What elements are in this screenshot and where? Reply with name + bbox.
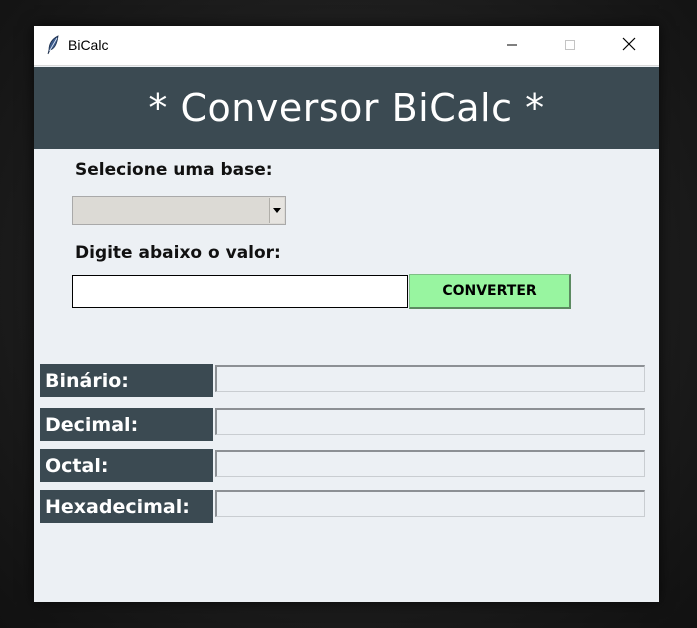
maximize-icon: [564, 36, 576, 55]
hexadecimal-label: Hexadecimal:: [40, 490, 213, 523]
base-select[interactable]: [72, 196, 286, 225]
app-window: BiCalc * Conversor BiCalc * Selecione um…: [34, 26, 659, 602]
maximize-button[interactable]: [547, 26, 593, 65]
convert-button[interactable]: CONVERTER: [409, 274, 571, 309]
decimal-label: Decimal:: [40, 408, 213, 441]
binary-label: Binário:: [40, 364, 213, 397]
title-bar[interactable]: BiCalc: [34, 26, 659, 66]
binary-output[interactable]: [215, 365, 645, 392]
value-input[interactable]: [72, 275, 408, 308]
octal-label: Octal:: [40, 449, 213, 482]
chevron-down-icon[interactable]: [269, 198, 284, 223]
app-header: * Conversor BiCalc *: [34, 67, 659, 149]
decimal-output[interactable]: [215, 408, 645, 435]
window-title: BiCalc: [68, 37, 109, 53]
octal-output[interactable]: [215, 450, 645, 477]
value-label: Digite abaixo o valor:: [75, 243, 281, 263]
base-label: Selecione uma base:: [75, 160, 273, 180]
close-icon: [622, 36, 636, 55]
minimize-icon: [506, 36, 518, 55]
page-title: * Conversor BiCalc *: [148, 86, 545, 130]
minimize-button[interactable]: [489, 26, 535, 65]
close-button[interactable]: [606, 26, 652, 65]
hexadecimal-output[interactable]: [215, 490, 645, 517]
feather-icon: [46, 35, 60, 55]
